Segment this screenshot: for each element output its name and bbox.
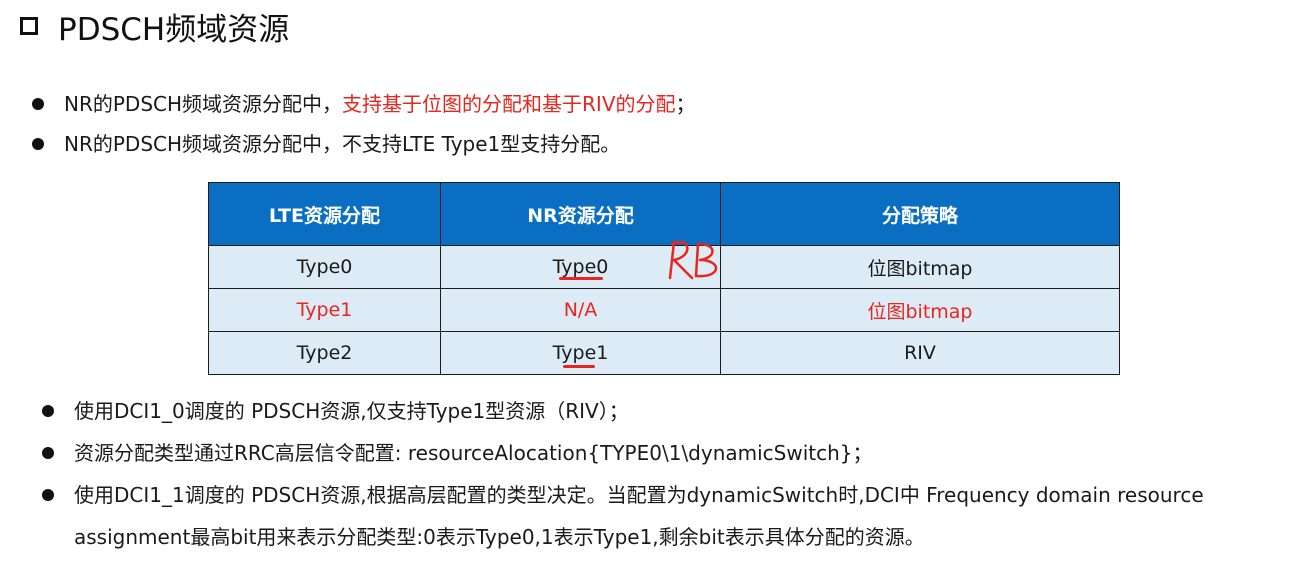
bullet-dot-icon — [42, 405, 54, 417]
table-cell: Type0 — [208, 245, 441, 289]
bullet-text: 使用DCI1_1调度的 PDSCH资源,根据高层配置的类型决定。当配置为dyna… — [74, 483, 1204, 549]
table-cell-text: Type0 — [552, 256, 609, 278]
bottom-bullet-list: 使用DCI1_0调度的 PDSCH资源,仅支持Type1型资源（RIV）； 资源… — [42, 390, 1282, 558]
bullet-text: NR的PDSCH频域资源分配中，不支持LTE Type1型支持分配。 — [64, 132, 621, 156]
red-underline-mark — [563, 365, 595, 368]
table-header-cell: LTE资源分配 — [208, 182, 441, 246]
table-cell: Type1 — [208, 288, 441, 332]
table-cell: RIV — [720, 331, 1120, 375]
bullet-dot-icon — [32, 98, 44, 110]
list-item: 使用DCI1_1调度的 PDSCH资源,根据高层配置的类型决定。当配置为dyna… — [42, 474, 1282, 558]
bullet-dot-icon — [42, 447, 54, 459]
table-cell: 位图bitmap — [720, 288, 1120, 332]
table-header-cell: 分配策略 — [720, 182, 1120, 246]
handwritten-annotation: RB — [660, 232, 730, 296]
list-item: 使用DCI1_0调度的 PDSCH资源,仅支持Type1型资源（RIV）； — [42, 390, 1282, 432]
slide-title: PDSCH频域资源 — [18, 6, 290, 48]
red-underline-mark — [559, 277, 603, 280]
table-cell: 位图bitmap — [720, 245, 1120, 289]
table-cell: Type1 — [440, 331, 721, 375]
bullet-dot-icon — [42, 489, 54, 501]
list-item: NR的PDSCH频域资源分配中，支持基于位图的分配和基于RIV的分配； — [32, 84, 1232, 124]
bullet-text-normal: NR的PDSCH频域资源分配中， — [64, 92, 343, 116]
bullet-text: 使用DCI1_0调度的 PDSCH资源,仅支持Type1型资源（RIV）； — [74, 399, 629, 423]
top-bullet-list: NR的PDSCH频域资源分配中，支持基于位图的分配和基于RIV的分配； NR的P… — [32, 84, 1232, 164]
title-text: PDSCH频域资源 — [58, 11, 290, 48]
table-cell-text: Type1 — [552, 342, 609, 364]
bullet-text: 资源分配类型通过RRC高层信令配置: resourceAlocation{TYP… — [74, 441, 873, 465]
bullet-text-highlight: 支持基于位图的分配和基于RIV的分配 — [342, 92, 676, 116]
bullet-text-tail: ； — [675, 92, 696, 116]
list-item: 资源分配类型通过RRC高层信令配置: resourceAlocation{TYP… — [42, 432, 1282, 474]
table-row: Type2 Type1 RIV — [208, 331, 1120, 375]
square-bullet-icon — [20, 17, 38, 35]
table-cell: Type2 — [208, 331, 441, 375]
handwritten-rb-mark — [668, 240, 718, 280]
list-item: NR的PDSCH频域资源分配中，不支持LTE Type1型支持分配。 — [32, 124, 1232, 164]
bullet-dot-icon — [32, 138, 44, 150]
bullet-text: NR的PDSCH频域资源分配中，支持基于位图的分配和基于RIV的分配； — [64, 84, 696, 124]
